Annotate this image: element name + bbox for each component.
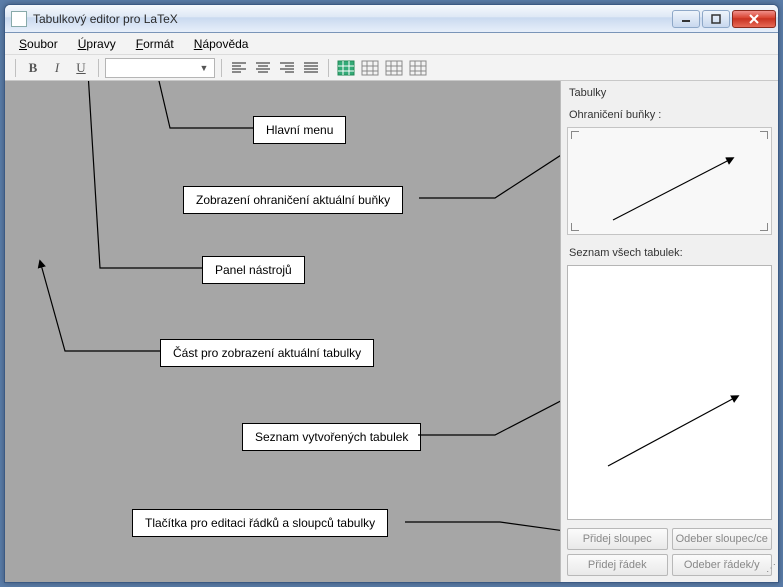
side-panel-title: Tabulky	[567, 85, 772, 103]
close-button[interactable]	[732, 10, 776, 28]
align-right-button[interactable]	[276, 57, 298, 79]
toolbar-separator	[221, 59, 222, 77]
remove-column-button[interactable]: Odeber sloupec/ce	[672, 528, 773, 550]
arrow-icon	[568, 266, 771, 519]
callout-toolbar: Panel nástrojů	[202, 256, 305, 284]
align-justify-button[interactable]	[300, 57, 322, 79]
menu-file[interactable]: Soubor	[9, 34, 68, 54]
table-button-4[interactable]	[407, 57, 429, 79]
callout-table-area: Část pro zobrazení aktuální tabulky	[160, 339, 374, 367]
new-table-button[interactable]	[335, 57, 357, 79]
callout-row-col-buttons: Tlačítka pro editaci řádků a sloupců tab…	[132, 509, 388, 537]
table-button-3[interactable]	[383, 57, 405, 79]
align-left-button[interactable]	[228, 57, 250, 79]
callout-cell-border: Zobrazení ohraničení aktuální buňky	[183, 186, 403, 214]
menu-format[interactable]: Formát	[126, 34, 184, 54]
border-label: Ohraničení buňky :	[567, 107, 772, 123]
callout-main-menu: Hlavní menu	[253, 116, 346, 144]
titlebar: Tabulkový editor pro LaTeX	[5, 5, 778, 33]
cell-border-preview[interactable]	[567, 127, 772, 235]
align-center-button[interactable]	[252, 57, 274, 79]
font-combo[interactable]: ▼	[105, 58, 215, 78]
menu-help[interactable]: Nápověda	[184, 34, 259, 54]
menu-edit[interactable]: Úpravy	[68, 34, 126, 54]
content-area: Hlavní menu Zobrazení ohraničení aktuáln…	[5, 81, 778, 582]
chevron-down-icon: ▼	[196, 60, 212, 76]
list-label: Seznam všech tabulek:	[567, 245, 772, 261]
minimize-button[interactable]	[672, 10, 700, 28]
menubar: Soubor Úpravy Formát Nápověda	[5, 33, 778, 55]
toolbar-separator	[328, 59, 329, 77]
window-title: Tabulkový editor pro LaTeX	[33, 12, 672, 26]
arrow-icon	[568, 128, 771, 234]
resize-grip[interactable]: ⋰	[762, 566, 776, 580]
toolbar: B I U ▼	[5, 55, 778, 81]
app-window: Tabulkový editor pro LaTeX Soubor Úpravy…	[4, 4, 779, 583]
add-column-button[interactable]: Přidej sloupec	[567, 528, 668, 550]
callout-tables-list: Seznam vytvořených tabulek	[242, 423, 421, 451]
toolbar-separator	[15, 59, 16, 77]
italic-button[interactable]: I	[46, 57, 68, 79]
annotation-arrows	[5, 81, 560, 582]
app-icon	[11, 11, 27, 27]
window-controls	[672, 10, 776, 28]
remove-row-button[interactable]: Odeber řádek/y	[672, 554, 773, 576]
underline-button[interactable]: U	[70, 57, 92, 79]
tables-listbox[interactable]	[567, 265, 772, 520]
bold-button[interactable]: B	[22, 57, 44, 79]
row-col-buttons: Přidej sloupec Odeber sloupec/ce Přidej …	[567, 528, 772, 576]
add-row-button[interactable]: Přidej řádek	[567, 554, 668, 576]
table-button-2[interactable]	[359, 57, 381, 79]
maximize-button[interactable]	[702, 10, 730, 28]
side-panel: Tabulky Ohraničení buňky : Seznam všech …	[560, 81, 778, 582]
table-canvas[interactable]: Hlavní menu Zobrazení ohraničení aktuáln…	[5, 81, 560, 582]
toolbar-separator	[98, 59, 99, 77]
